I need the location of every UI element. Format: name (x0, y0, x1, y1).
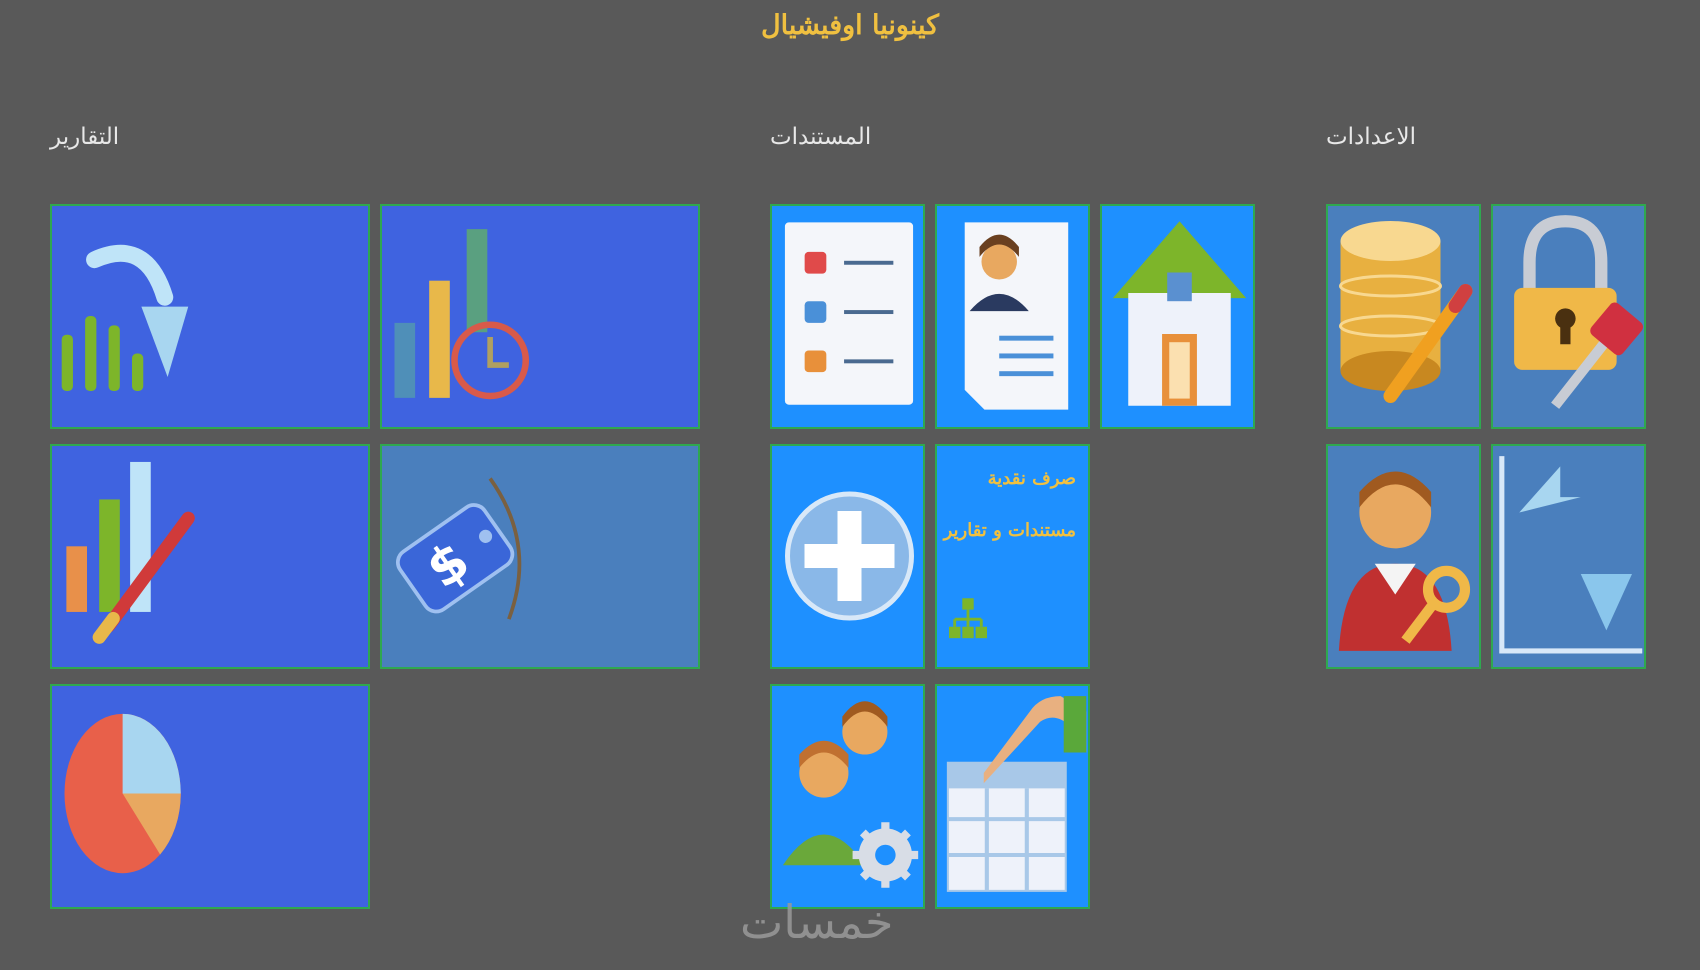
tile-report-price-tag[interactable]: $ (380, 444, 700, 669)
section-title-settings: الاعدادات (1326, 124, 1416, 150)
tile-settings-database-edit[interactable] (1326, 204, 1481, 429)
undo-arrow-icon (1499, 456, 1643, 654)
tile-document-table-pointer[interactable] (935, 684, 1090, 909)
section-title-documents: المستندات (770, 124, 872, 150)
tile-report-pie-chart[interactable] (50, 684, 370, 909)
tile-document-resume[interactable] (935, 204, 1090, 429)
pie-chart-icon (64, 713, 181, 874)
tile-document-add[interactable] (770, 444, 925, 669)
chart-edit-icon (66, 461, 195, 644)
tile-settings-user-key[interactable] (1326, 444, 1481, 669)
tile-settings-undo[interactable] (1491, 444, 1646, 669)
user-key-icon (1338, 471, 1471, 651)
add-circle-icon (785, 491, 914, 621)
org-chart-icon (949, 598, 987, 639)
chart-clock-icon (394, 229, 530, 400)
tile-document-users-settings[interactable] (770, 684, 925, 909)
tile-document-checklist[interactable] (770, 204, 925, 429)
lock-key-icon (1514, 215, 1643, 409)
chart-refresh-icon (61, 244, 189, 391)
price-tag-icon: $ (395, 477, 522, 620)
cash-tile-title: صرف نقدية (987, 468, 1076, 489)
home-icon (1112, 221, 1247, 406)
table-pointer-icon (946, 696, 1087, 892)
tile-document-cash[interactable]: صرف نقدية مستندات و تقارير (935, 444, 1090, 669)
tile-report-chart-refresh[interactable] (50, 204, 370, 429)
users-settings-icon (782, 701, 919, 888)
checklist-icon (784, 222, 914, 405)
resume-icon (964, 222, 1069, 410)
tile-document-home[interactable] (1100, 204, 1255, 429)
watermark: خمسات (740, 895, 894, 949)
cash-tile-subtitle: مستندات و تقارير (943, 520, 1076, 541)
database-edit-icon (1339, 221, 1473, 403)
section-title-reports: التقارير (50, 124, 120, 150)
tile-settings-lock-key[interactable] (1491, 204, 1646, 429)
app-title: كينونيا اوفيشيال (760, 10, 940, 41)
tile-report-chart-edit[interactable] (50, 444, 370, 669)
tile-report-chart-clock[interactable] (380, 204, 700, 429)
